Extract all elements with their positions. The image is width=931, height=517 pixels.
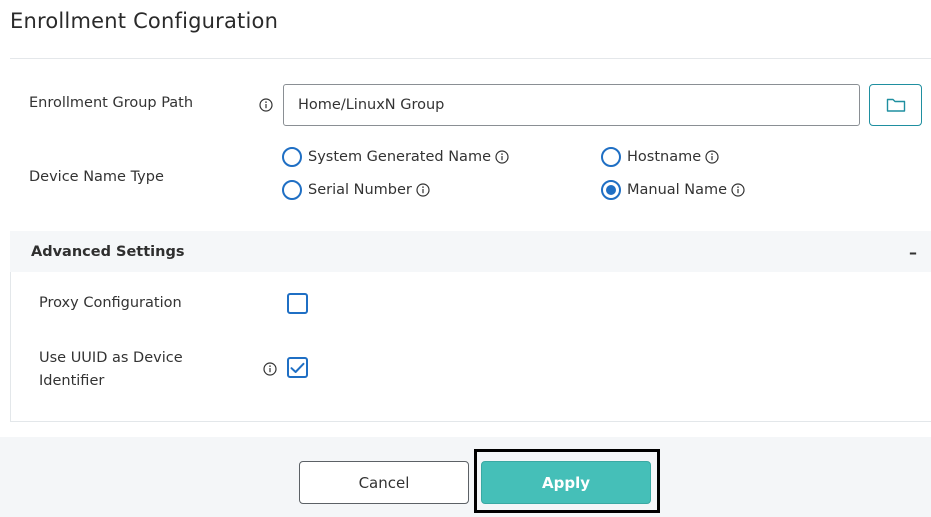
enrollment-group-path-label: Enrollment Group Path <box>29 95 194 111</box>
info-icon[interactable] <box>263 362 277 376</box>
use-uuid-label: Use UUID as Device Identifier <box>39 350 183 389</box>
collapse-toggle[interactable]: – <box>909 243 917 262</box>
page-title: Enrollment Configuration <box>10 9 279 33</box>
radio-button[interactable] <box>282 147 302 167</box>
radio-label: System Generated Name <box>308 149 491 165</box>
folder-icon <box>886 98 905 112</box>
radio-serial-number[interactable]: Serial Number <box>282 180 430 200</box>
info-icon[interactable] <box>731 183 745 197</box>
proxy-configuration-label: Proxy Configuration <box>39 295 182 311</box>
info-icon[interactable] <box>259 98 273 112</box>
radio-label: Serial Number <box>308 182 412 198</box>
radio-button[interactable] <box>601 147 621 167</box>
proxy-configuration-checkbox[interactable] <box>287 293 308 314</box>
enrollment-group-path-input[interactable] <box>283 84 860 126</box>
radio-hostname[interactable]: Hostname <box>601 147 719 167</box>
radio-manual-name[interactable]: Manual Name <box>601 180 745 200</box>
radio-label: Hostname <box>627 149 702 165</box>
advanced-settings-header[interactable]: Advanced Settings – <box>10 231 931 272</box>
title-divider <box>10 58 931 59</box>
info-icon[interactable] <box>416 183 430 197</box>
checkmark-icon <box>290 362 305 373</box>
radio-label: Manual Name <box>627 182 728 198</box>
cancel-button[interactable]: Cancel <box>299 461 469 504</box>
radio-system-generated-name[interactable]: System Generated Name <box>282 147 509 167</box>
apply-button[interactable]: Apply <box>481 461 651 504</box>
info-icon[interactable] <box>705 150 719 164</box>
device-name-type-label: Device Name Type <box>29 169 164 185</box>
advanced-settings-title: Advanced Settings <box>31 243 185 260</box>
use-uuid-checkbox[interactable] <box>287 357 308 378</box>
radio-button-selected[interactable] <box>601 180 621 200</box>
radio-button[interactable] <box>282 180 302 200</box>
browse-folder-button[interactable] <box>869 84 922 126</box>
info-icon[interactable] <box>495 150 509 164</box>
